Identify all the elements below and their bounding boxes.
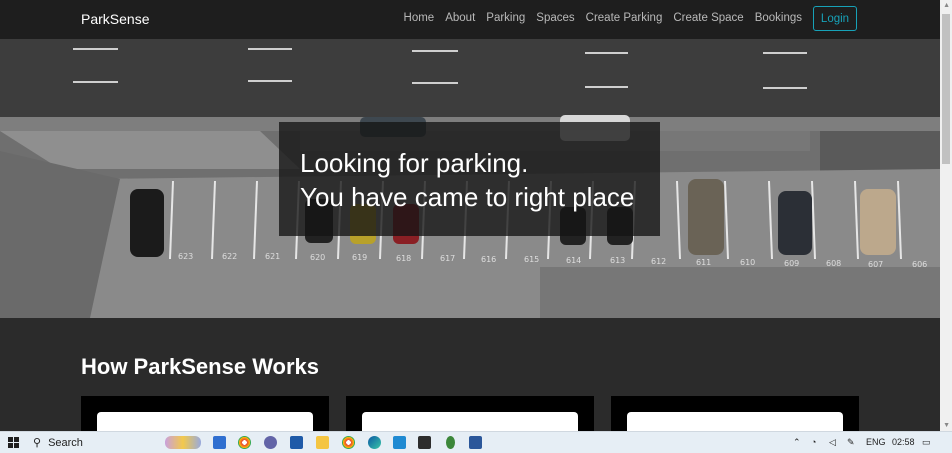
- nav-link-about[interactable]: About: [445, 12, 475, 24]
- windows-start-icon[interactable]: [8, 437, 19, 448]
- stall-number: 608: [826, 259, 841, 268]
- stall-number: 621: [265, 252, 280, 261]
- stall-number: 622: [222, 252, 237, 261]
- network-icon[interactable]: ◔: [811, 437, 816, 447]
- taskbar-search[interactable]: ⚲ Search: [33, 436, 83, 450]
- nav-link-bookings[interactable]: Bookings: [755, 12, 802, 24]
- stall-number: 616: [481, 255, 496, 264]
- file-explorer-icon[interactable]: [316, 436, 329, 449]
- nav-link-create-space[interactable]: Create Space: [673, 12, 743, 24]
- scroll-up-icon[interactable]: ▲: [943, 2, 950, 9]
- stall-number: 623: [178, 252, 193, 261]
- brand-logo[interactable]: ParkSense: [81, 11, 149, 27]
- stall-number: 609: [784, 259, 799, 268]
- stall-number: 619: [352, 253, 367, 262]
- stall-number: 606: [912, 260, 927, 269]
- chrome-icon[interactable]: [342, 436, 355, 449]
- page-scrollbar[interactable]: ▲ ▼: [940, 0, 952, 431]
- feature-card: [81, 396, 329, 442]
- login-button[interactable]: Login: [813, 6, 857, 31]
- hero-heading-line-1: Looking for parking.: [300, 148, 529, 178]
- feature-card: [346, 396, 594, 442]
- stall-number: 617: [440, 254, 455, 263]
- section-title: How ParkSense Works: [81, 354, 320, 379]
- vscode-icon[interactable]: [393, 436, 406, 449]
- volume-icon[interactable]: ◁: [829, 437, 836, 448]
- word-icon[interactable]: [469, 436, 482, 449]
- mail-icon[interactable]: [213, 436, 226, 449]
- scrollbar-thumb[interactable]: [942, 14, 950, 164]
- stall-number: 618: [396, 254, 411, 263]
- store-icon[interactable]: [290, 436, 303, 449]
- windows-taskbar: ⚲ Search ⌃ ◔ ◁ ✎ ENG 02:58 ▭: [0, 431, 952, 453]
- clock[interactable]: 02:58: [892, 437, 915, 447]
- node-icon[interactable]: [446, 436, 455, 449]
- how-it-works-section: How ParkSense Works: [0, 318, 940, 442]
- navbar: ParkSense Home About Parking Spaces Crea…: [0, 0, 940, 39]
- nav-link-parking[interactable]: Parking: [486, 12, 525, 24]
- notification-icon[interactable]: ▭: [922, 437, 931, 448]
- search-icon: ⚲: [33, 437, 42, 449]
- pen-icon[interactable]: ✎: [847, 437, 855, 448]
- terminal-icon[interactable]: [418, 436, 431, 449]
- hero-heading-line-2: You have came to right place: [300, 182, 635, 212]
- chat-icon[interactable]: [264, 436, 277, 449]
- widgets-icon[interactable]: [165, 436, 201, 449]
- taskbar-search-label: Search: [48, 436, 83, 449]
- stall-number: 613: [610, 256, 625, 265]
- nav-link-spaces[interactable]: Spaces: [536, 12, 574, 24]
- chevron-up-icon[interactable]: ⌃: [793, 437, 801, 448]
- nav-link-create-parking[interactable]: Create Parking: [586, 12, 663, 24]
- scroll-down-icon[interactable]: ▼: [943, 422, 950, 429]
- stall-number: 611: [696, 258, 711, 267]
- edge-icon[interactable]: [368, 436, 381, 449]
- feature-card: [611, 396, 859, 442]
- chrome-icon[interactable]: [238, 436, 251, 449]
- nav-link-home[interactable]: Home: [404, 12, 435, 24]
- hero-banner: 623 622 621 620 619 618 617 616 615 614 …: [0, 39, 940, 318]
- nav-links: Home About Parking Spaces Create Parking…: [393, 12, 802, 24]
- stall-number: 607: [868, 260, 883, 269]
- language-indicator[interactable]: ENG: [866, 437, 886, 447]
- stall-number: 612: [651, 257, 666, 266]
- stall-number: 614: [566, 256, 581, 265]
- stall-number: 615: [524, 255, 539, 264]
- stall-number: 620: [310, 253, 325, 262]
- stall-number: 610: [740, 258, 755, 267]
- hero-caption-box: Looking for parking. You have came to ri…: [279, 122, 660, 236]
